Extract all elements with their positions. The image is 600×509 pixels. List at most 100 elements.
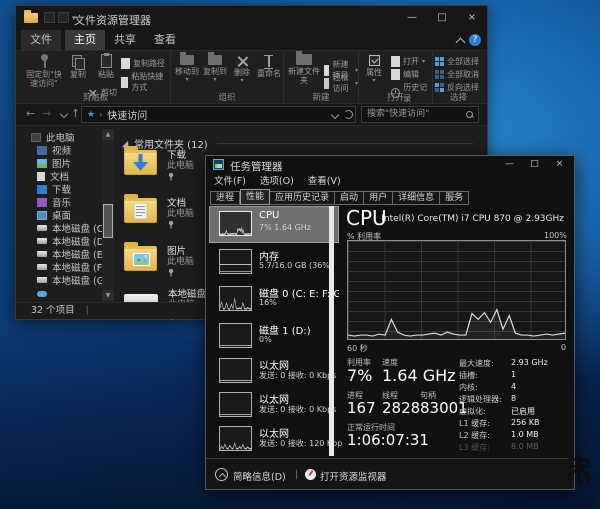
open-resource-monitor-link[interactable]: 打开资源监视器	[320, 469, 387, 483]
tab-view[interactable]: 查看	[145, 30, 185, 50]
file-item-downloads[interactable]: 下载 此电脑	[124, 146, 194, 184]
menu-view[interactable]: 查看(V)	[308, 173, 341, 187]
window-controls: — □ ×	[397, 6, 487, 30]
perf-item-disk1[interactable]: 磁盘 1 (D:) 0%	[210, 319, 336, 352]
tab-services[interactable]: 服务	[440, 191, 470, 205]
tab-users[interactable]: 用户	[364, 191, 394, 205]
quick-access-toolbar[interactable]: ▾	[44, 12, 76, 23]
tab-home[interactable]: 主页	[65, 30, 105, 50]
select-all-icon	[435, 57, 444, 66]
rename-icon	[263, 55, 275, 69]
sidebar-item-drive-f[interactable]: 本地磁盘 (F:)	[37, 261, 108, 274]
open-button[interactable]: 打开 ▾	[391, 56, 425, 67]
perf-item-ethernet3[interactable]: 以太网 发送: 0 接收: 120 Kbp	[210, 422, 342, 455]
sidebar-item-pictures[interactable]: 图片	[37, 157, 71, 170]
copy-button[interactable]: 复制	[65, 55, 91, 79]
scrollbar-thumb[interactable]	[103, 204, 113, 238]
tab-app-history[interactable]: 应用历史记录	[270, 191, 336, 205]
file-item-pictures[interactable]: 图片 此电脑	[124, 242, 194, 280]
qat-button[interactable]	[44, 12, 55, 23]
maximize-button[interactable]: □	[522, 156, 547, 172]
perf-item-cpu[interactable]: CPU 7% 1.64 GHz	[209, 206, 339, 243]
perf-item-ethernet2[interactable]: 以太网 发送: 0 接收: 0 Kbps	[210, 388, 336, 421]
tab-file[interactable]: 文件	[21, 30, 61, 50]
menu-bar: 文件(F) 选项(O) 查看(V)	[206, 173, 574, 187]
copy-path-button[interactable]: 复制路径	[121, 58, 165, 69]
file-item-documents[interactable]: 文档 此电脑	[124, 194, 195, 232]
address-bar[interactable]: ★ › 快速访问	[81, 106, 356, 123]
perf-item-ethernet1[interactable]: 以太网 发送: 0 接收: 0 Kbps	[210, 354, 336, 387]
collapse-ribbon-icon[interactable]	[456, 36, 465, 45]
scroll-down-icon[interactable]: ▼	[102, 290, 114, 301]
section-divider	[216, 143, 473, 144]
sidebar-item-documents[interactable]: 文档	[37, 170, 69, 183]
section-header[interactable]: 常用文件夹 (12)	[121, 136, 473, 151]
paste-shortcut-button[interactable]: 粘贴快捷方式	[121, 71, 170, 93]
minimize-button[interactable]: —	[397, 6, 427, 30]
tab-performance[interactable]: 性能	[240, 189, 271, 205]
search-input[interactable]: 搜索"快速访问"	[361, 106, 479, 123]
sidebar-scrollbar[interactable]: ▲ ▼	[102, 129, 114, 301]
qat-button[interactable]	[58, 12, 69, 23]
select-all-button[interactable]: 全部选择	[435, 56, 479, 67]
breadcrumb[interactable]: 快速访问	[107, 107, 147, 122]
paste-button[interactable]: 粘贴	[93, 53, 119, 79]
move-to-button[interactable]: 移动到 ▾	[173, 52, 201, 83]
fewer-details-icon[interactable]	[215, 468, 228, 481]
delete-button[interactable]: 删除 ▾	[229, 55, 255, 84]
sidebar-item-desktop[interactable]: 桌面	[37, 209, 71, 222]
scroll-up-icon[interactable]: ▲	[102, 129, 114, 140]
cpu-usage-chart[interactable]	[347, 240, 566, 340]
sidebar-item-music[interactable]: 音乐	[37, 196, 71, 209]
fewer-details-link[interactable]: 简略信息(D)	[233, 469, 286, 483]
sidebar-item-drive-d[interactable]: 本地磁盘 (D:)	[37, 235, 111, 248]
l2-cache-label: L2 缓存:	[459, 431, 490, 440]
sidebar-item-partial[interactable]	[37, 288, 47, 300]
maximize-button[interactable]: □	[427, 6, 457, 30]
sidebar-item-videos[interactable]: 视频	[37, 144, 71, 157]
explorer-titlebar[interactable]: ▾ 文件资源管理器 — □ ×	[16, 6, 487, 30]
axis-label-60s: 60 秒	[347, 344, 368, 353]
copy-to-button[interactable]: 复制到 ▾	[201, 52, 229, 83]
memory-thumbnail-chart	[219, 249, 252, 274]
resource-monitor-icon[interactable]	[305, 469, 316, 480]
sockets-value: 1	[511, 370, 517, 379]
select-none-button[interactable]: 全部取消	[435, 69, 479, 80]
sidebar-item-drive-g[interactable]: 本地磁盘 (G:)	[37, 274, 111, 287]
download-arrow-icon	[133, 154, 148, 171]
close-button[interactable]: ×	[457, 6, 487, 30]
sidebar-item-this-pc[interactable]: 此电脑	[31, 131, 75, 144]
sidebar-item-drive-e[interactable]: 本地磁盘 (E:)	[37, 248, 110, 261]
perf-item-disk0[interactable]: 磁盘 0 (C: E: F: G:) 16%	[210, 282, 339, 315]
perf-item-memory[interactable]: 内存 5.7/16.0 GB (36%)	[210, 245, 336, 278]
rename-button[interactable]: 重命名	[255, 55, 283, 78]
pin-to-quick-access-button[interactable]: 固定到"快速访问"	[25, 54, 63, 88]
up-button[interactable]: ↑	[71, 107, 80, 120]
performance-body: CPU 7% 1.64 GHz 内存 5.7/16.0 GB (36%) 磁盘 …	[206, 205, 574, 459]
minimize-button[interactable]: —	[497, 156, 522, 172]
back-button[interactable]: ←	[26, 107, 35, 120]
tab-processes[interactable]: 进程	[210, 191, 241, 205]
help-icon[interactable]: ?	[469, 34, 481, 46]
tab-details[interactable]: 详细信息	[393, 191, 441, 205]
properties-button[interactable]: 属性 ▾	[361, 55, 387, 84]
virtualization-label: 虚拟化:	[459, 407, 486, 416]
sockets-label: 插槽:	[459, 371, 478, 380]
file-location: 此电脑	[167, 209, 195, 219]
search-icon[interactable]	[466, 111, 473, 118]
taskmgr-titlebar[interactable]: 任务管理器 — □ ×	[206, 156, 574, 173]
menu-file[interactable]: 文件(F)	[214, 173, 246, 187]
sidebar-item-downloads[interactable]: 下载	[37, 183, 71, 196]
edit-button[interactable]: 编辑	[391, 69, 419, 80]
close-button[interactable]: ×	[547, 156, 572, 172]
new-folder-button[interactable]: 新建文件夹	[286, 51, 322, 85]
perf-list-scrollbar[interactable]	[329, 206, 334, 456]
refresh-icon[interactable]	[344, 110, 353, 119]
forward-button[interactable]: →	[42, 107, 51, 120]
menu-options[interactable]: 选项(O)	[260, 173, 294, 187]
tab-startup[interactable]: 启动	[335, 191, 365, 205]
recent-locations-icon[interactable]	[60, 111, 67, 118]
sidebar-item-drive-c[interactable]: 本地磁盘 (C:)	[37, 222, 110, 235]
address-dropdown-icon[interactable]	[331, 112, 338, 119]
tab-share[interactable]: 共享	[105, 30, 145, 50]
